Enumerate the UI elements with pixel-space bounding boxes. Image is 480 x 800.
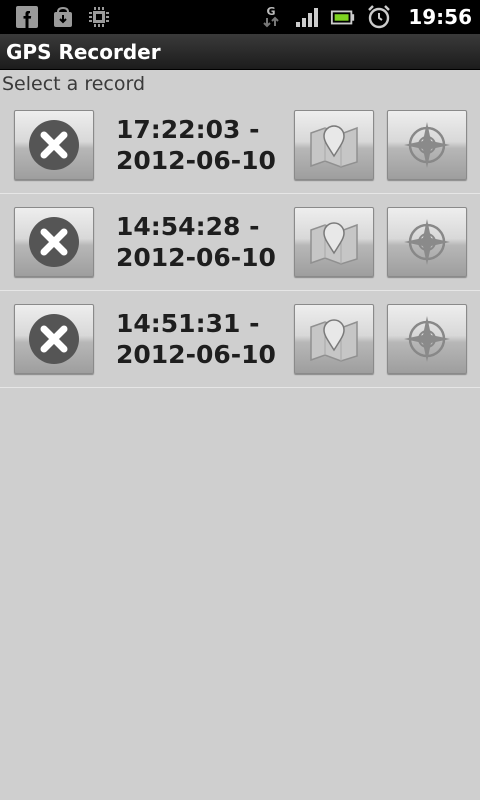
record-row: 17:22:03 - 2012-06-10 <box>0 97 480 194</box>
status-bar: G 19:56 <box>0 0 480 34</box>
record-date: 2012-06-10 <box>116 340 276 369</box>
record-label[interactable]: 14:51:31 - 2012-06-10 <box>116 308 294 370</box>
show-map-button[interactable] <box>294 304 374 374</box>
map-icon <box>310 125 358 168</box>
record-time: 17:22:03 - <box>116 115 260 144</box>
alarm-clock-icon <box>366 4 392 30</box>
record-label[interactable]: 14:54:28 - 2012-06-10 <box>116 211 294 273</box>
locate-button[interactable] <box>387 304 467 374</box>
network-type-label: G <box>267 5 276 18</box>
delete-record-button[interactable] <box>14 304 94 374</box>
record-time: 14:54:28 - <box>116 212 260 241</box>
download-icon <box>50 4 76 30</box>
network-g-icon: G <box>258 4 284 30</box>
app-title-bar: GPS Recorder <box>0 34 480 70</box>
compass-icon <box>404 316 450 362</box>
show-map-button[interactable] <box>294 207 374 277</box>
record-date: 2012-06-10 <box>116 243 276 272</box>
record-row: 14:54:28 - 2012-06-10 <box>0 194 480 291</box>
record-date: 2012-06-10 <box>116 146 276 175</box>
compass-icon <box>404 122 450 168</box>
record-row: 14:51:31 - 2012-06-10 <box>0 291 480 388</box>
locate-button[interactable] <box>387 110 467 180</box>
signal-icon <box>294 4 320 30</box>
list-header: Select a record <box>2 73 146 95</box>
map-icon <box>310 222 358 265</box>
app-title: GPS Recorder <box>6 39 161 64</box>
record-time: 14:51:31 - <box>116 309 260 338</box>
record-list: 17:22:03 - 2012-06-10 14:54:28 - 2012-06… <box>0 97 480 388</box>
delete-icon <box>29 120 79 170</box>
locate-button[interactable] <box>387 207 467 277</box>
facebook-icon <box>14 4 40 30</box>
record-label[interactable]: 17:22:03 - 2012-06-10 <box>116 114 294 176</box>
delete-icon <box>29 217 79 267</box>
map-icon <box>310 319 358 362</box>
battery-icon <box>330 4 356 30</box>
clock-time: 19:56 <box>408 5 472 29</box>
compass-icon <box>404 219 450 265</box>
delete-record-button[interactable] <box>14 110 94 180</box>
delete-icon <box>29 314 79 364</box>
show-map-button[interactable] <box>294 110 374 180</box>
delete-record-button[interactable] <box>14 207 94 277</box>
chip-icon <box>86 4 112 30</box>
